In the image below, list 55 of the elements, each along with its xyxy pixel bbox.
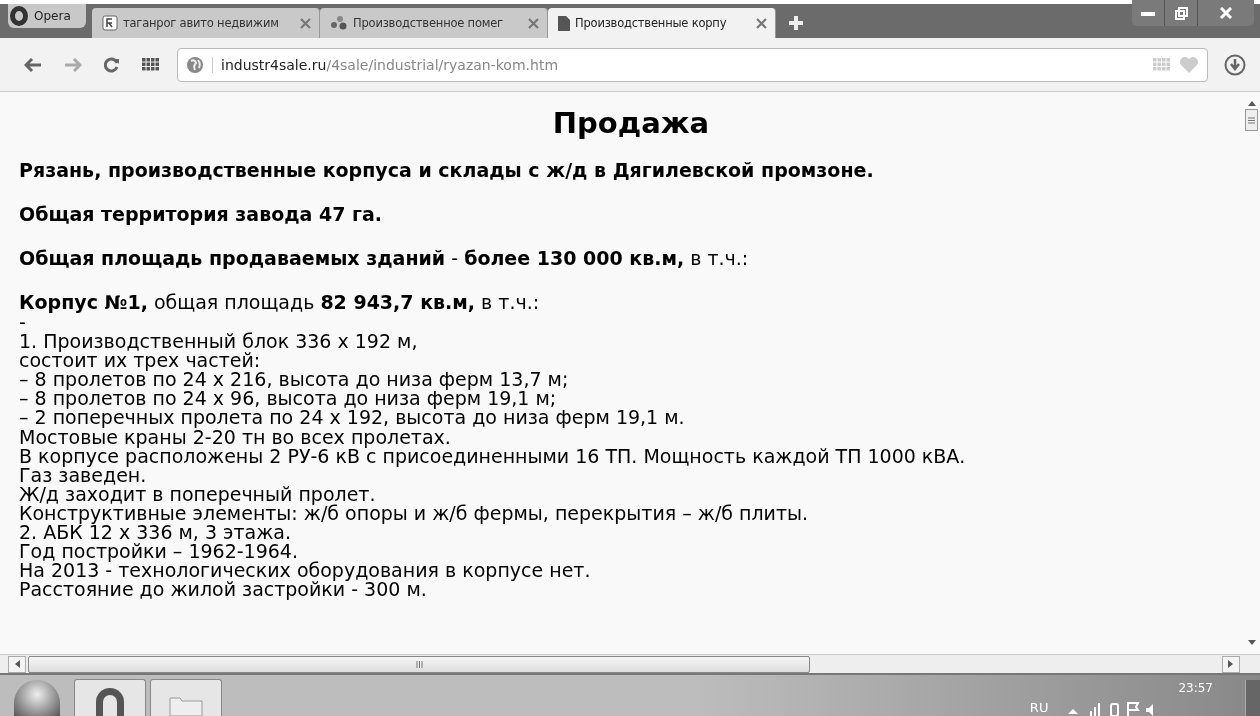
right-arrow-icon[interactable]	[1228, 660, 1234, 668]
up-arrow-icon[interactable]	[1247, 100, 1256, 106]
tab-title: Производственные корпу	[575, 16, 728, 30]
left-arrow-icon[interactable]	[14, 660, 20, 668]
close-icon[interactable]	[528, 17, 539, 29]
globe-icon	[186, 55, 204, 74]
menu-label: Opera	[34, 9, 71, 23]
tab-title: таганрог авито недвижим	[123, 16, 280, 30]
close-icon[interactable]	[756, 17, 767, 29]
text-line: 1. Производственный блок 336 х 192 м,	[19, 332, 419, 352]
text-line: 2. АБК 12 х 336 м, 3 этажа.	[19, 523, 292, 543]
text-line: На 2013 - технологических оборудования в корпусе нет.	[19, 561, 592, 581]
browser-tab[interactable]: таганрог авито недвижим	[92, 8, 320, 38]
folder-taskbar-icon[interactable]	[150, 679, 222, 716]
url-text: industr4sale.ru/4sale/industrial/ryazan-kom.htm	[212, 56, 559, 73]
reload-icon[interactable]	[104, 56, 120, 73]
grip-icon	[415, 660, 423, 668]
page-heading: Продажа	[551, 107, 711, 139]
clock: 23:57	[1178, 681, 1213, 695]
minimize-icon	[1141, 10, 1155, 16]
browser-tab[interactable]: Производственные корпу	[548, 8, 776, 38]
page-icon	[558, 15, 570, 31]
paragraph: Корпус №1, общая площадь 82 943,7 кв.м, в т.ч.:	[19, 291, 541, 313]
tray-icons-drawing[interactable]	[1066, 700, 1155, 716]
opera-menu-button[interactable]: Opera	[8, 4, 86, 28]
show-desktop-button[interactable]	[1245, 680, 1260, 716]
opera-taskbar-icon[interactable]	[74, 679, 146, 716]
text-line: – 8 пролетов по 24 х 216, высота до низа ферм 13,7 м;	[19, 370, 570, 390]
tab-title: Производственное помег	[353, 16, 504, 30]
back-icon[interactable]	[24, 57, 42, 72]
grip-icon	[1248, 116, 1255, 124]
grid-icon[interactable]	[142, 58, 159, 71]
restore-icon	[1174, 6, 1188, 20]
down-arrow-icon[interactable]	[1247, 640, 1256, 646]
paragraph: Общая площадь продаваемых зданий - более 130 000 кв.м, в т.ч.:	[19, 247, 750, 269]
text-line: – 8 пролетов по 24 х 96, высота до низа ферм 19,1 м;	[19, 389, 557, 409]
text-line: состоит их трех частей:	[19, 351, 262, 371]
text-line: Ж/д заходит в поперечный пролет.	[19, 484, 377, 504]
text-line: -	[19, 313, 26, 333]
horizontal-scrollbar[interactable]	[0, 654, 1260, 673]
paragraph: Общая территория завода 47 га.	[19, 203, 383, 225]
download-icon[interactable]	[1224, 53, 1246, 76]
start-button[interactable]	[14, 680, 60, 716]
browser-tab[interactable]: Производственное помег	[320, 8, 548, 38]
text-line: Расстояние до жилой застройки - 300 м.	[19, 580, 427, 600]
dots-icon	[330, 15, 348, 31]
close-icon[interactable]	[300, 17, 311, 29]
close-icon	[1219, 7, 1233, 19]
paragraph: Рязань, производственные корпуса и склады с ж/д в Дягилевской промзоне.	[19, 159, 875, 181]
o-logo-icon	[10, 6, 28, 26]
text-line: Мостовые краны 2-20 тн во всех пролетах.	[19, 427, 452, 447]
letter-badge-icon	[102, 15, 118, 31]
new-tab-icon[interactable]	[788, 15, 804, 31]
text-line: Год постройки – 1962-1964.	[19, 542, 298, 562]
text-line: – 2 поперечных пролета по 24 х 192, высота до низа ферм 19,1 м.	[19, 408, 686, 428]
